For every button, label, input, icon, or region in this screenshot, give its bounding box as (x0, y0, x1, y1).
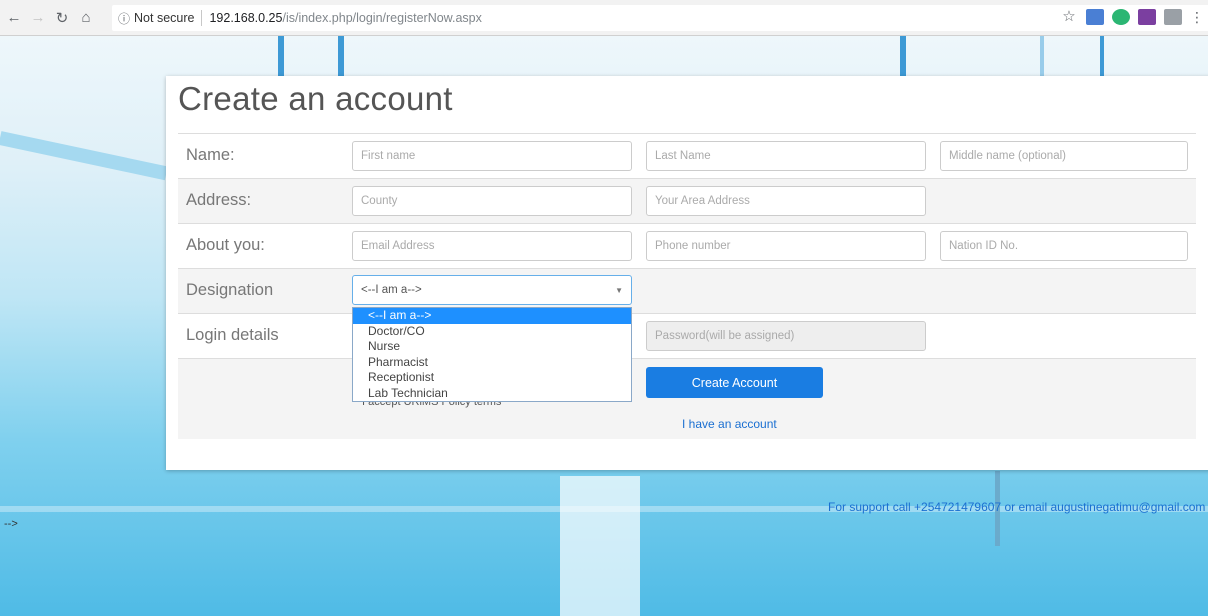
home-icon[interactable]: ⌂ (76, 8, 96, 28)
address-bar[interactable]: ⓘ Not secure 192.168.0.25 /is/index.php/… (112, 5, 1208, 31)
bg-light (560, 476, 640, 616)
designation-option[interactable]: Receptionist (353, 370, 631, 386)
about-row: About you: Email Address Phone number Na… (178, 224, 1196, 269)
name-label: Name: (186, 146, 235, 164)
reload-icon[interactable]: ↻ (52, 8, 72, 28)
designation-option[interactable]: Pharmacist (353, 355, 631, 371)
email-input[interactable]: Email Address (352, 231, 632, 261)
last-name-input[interactable]: Last Name (646, 141, 926, 171)
info-icon[interactable]: ⓘ (118, 10, 130, 27)
url-host: 192.168.0.25 (209, 11, 283, 25)
register-card: Create an account Name: First name Last … (166, 76, 1208, 470)
bg-beam (278, 36, 284, 81)
designation-option[interactable]: Nurse (353, 339, 631, 355)
address-label: Address: (186, 191, 252, 209)
url-path: /is/index.php/login/registerNow.aspx (282, 11, 482, 25)
designation-dropdown-list: <--I am a--> Doctor/CO Nurse Pharmacist … (352, 307, 632, 402)
create-account-button[interactable]: Create Account (646, 367, 823, 398)
login-label: Login details (186, 326, 279, 344)
designation-select[interactable]: <--I am a--> ▼ (352, 275, 632, 305)
designation-row: Designation <--I am a--> ▼ (178, 269, 1196, 314)
register-form: Name: First name Last Name Middle name (… (178, 133, 1196, 439)
about-label: About you: (186, 236, 265, 254)
login-row: Login details Password(will be assigned) (178, 314, 1196, 359)
page-title: Create an account (178, 80, 453, 117)
browser-toolbar: ← → ↻ ⌂ ⓘ Not secure 192.168.0.25 /is/in… (0, 0, 1208, 36)
first-name-input[interactable]: First name (352, 141, 632, 171)
area-address-input[interactable]: Your Area Address (646, 186, 926, 216)
support-text: For support call +254721479607 or email … (828, 500, 1206, 514)
menu-icon[interactable]: ⋮ (1190, 9, 1204, 25)
phone-input[interactable]: Phone number (646, 231, 926, 261)
address-divider (201, 10, 203, 26)
bookmark-star-icon[interactable]: ☆ (1060, 9, 1078, 25)
designation-selected-value: <--I am a--> (361, 284, 422, 296)
chevron-down-icon: ▼ (615, 286, 623, 295)
designation-option[interactable]: <--I am a--> (353, 308, 631, 324)
name-row: Name: First name Last Name Middle name (… (178, 134, 1196, 179)
green-extension-icon[interactable] (1112, 9, 1130, 25)
forward-icon[interactable]: → (28, 8, 48, 28)
bg-beam (1040, 36, 1044, 81)
address-row: Address: County Your Area Address (178, 179, 1196, 224)
action-row: I accept URiMS Policy terms Create Accou… (178, 359, 1196, 439)
national-id-input[interactable]: Nation ID No. (940, 231, 1188, 261)
pocket-extension-icon[interactable] (1164, 9, 1182, 25)
bg-beam (1100, 36, 1104, 81)
bg-beam (900, 36, 906, 81)
translate-extension-icon[interactable] (1086, 9, 1104, 25)
bg-beam (338, 36, 344, 81)
designation-option[interactable]: Doctor/CO (353, 324, 631, 340)
county-input[interactable]: County (352, 186, 632, 216)
middle-name-input[interactable]: Middle name (optional) (940, 141, 1188, 171)
security-label: Not secure (134, 11, 195, 25)
password-input: Password(will be assigned) (646, 321, 926, 351)
onenote-extension-icon[interactable] (1138, 9, 1156, 25)
designation-option[interactable]: Lab Technician (353, 386, 631, 402)
stray-text: --> (4, 518, 18, 530)
extensions-area: ☆ ⋮ (1060, 9, 1204, 25)
bg-rail (0, 131, 168, 181)
back-icon[interactable]: ← (4, 8, 24, 28)
designation-label: Designation (186, 281, 274, 299)
have-account-link[interactable]: I have an account (682, 417, 777, 431)
